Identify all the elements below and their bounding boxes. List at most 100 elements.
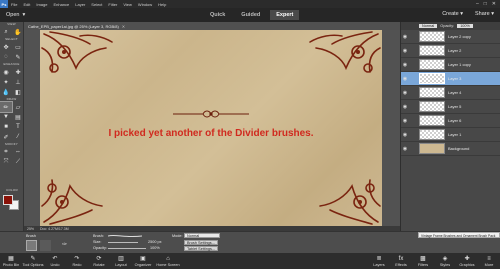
layer-row-active[interactable]: ◉ Layer 3 [401, 72, 500, 86]
layers-panel-header: Normal Opacity: 100% [401, 22, 500, 30]
layer-row[interactable]: ◉ Layer 4 [401, 86, 500, 100]
crop-tool-icon[interactable]: ⌗ [0, 147, 12, 157]
airbrush-icon[interactable]: ✑ [62, 241, 72, 251]
menu-filter[interactable]: Filter [105, 2, 120, 7]
pencil-tool-icon[interactable]: ✐ [0, 132, 12, 142]
menu-edit[interactable]: Edit [20, 2, 33, 7]
menu-enhance[interactable]: Enhance [50, 2, 72, 7]
marquee-tool-icon[interactable]: ▭ [12, 42, 24, 52]
layer-row[interactable]: ◉ Layer 2 copy [401, 30, 500, 44]
brush-mode-impressionist-icon[interactable] [40, 240, 51, 251]
straighten-tool-icon[interactable]: ⟋ [12, 157, 24, 167]
rotate-button[interactable]: ⟳ Rotate [88, 253, 110, 269]
filters-button[interactable]: ▩ Filters [412, 253, 434, 269]
layer-row[interactable]: ◉ Layer 6 [401, 114, 500, 128]
blend-mode-select[interactable]: Normal [419, 24, 438, 28]
effects-button[interactable]: fx Effects [390, 253, 412, 269]
brush-mode-normal-icon[interactable] [26, 240, 37, 251]
styles-button[interactable]: ◈ Styles [434, 253, 456, 269]
eye-icon[interactable]: ◉ [401, 118, 409, 124]
eye-icon[interactable]: ◉ [401, 90, 409, 96]
photo-bin-button[interactable]: ▦ Photo Bin [0, 253, 22, 269]
layers-button[interactable]: ≣ Layers [368, 253, 390, 269]
brush-settings-button[interactable]: Brush Settings... [184, 240, 218, 245]
minimize-icon[interactable]: – [476, 1, 479, 7]
layers-icon: ≣ [376, 255, 382, 262]
clone-stamp-tool-icon[interactable]: ⊥ [12, 77, 24, 87]
brush-preview[interactable] [108, 234, 142, 237]
size-value[interactable]: 2500 px [148, 240, 162, 244]
shape-tool-icon[interactable]: ■ [0, 122, 12, 132]
eye-icon[interactable]: ◉ [401, 62, 409, 68]
foreground-color-swatch[interactable] [3, 195, 13, 205]
redo-button[interactable]: ↷ Redo [66, 253, 88, 269]
lasso-tool-icon[interactable]: ◌ [0, 52, 12, 62]
eye-icon[interactable]: ◉ [401, 146, 409, 152]
layer-row[interactable]: ◉ Layer 2 [401, 44, 500, 58]
share-button[interactable]: Share ▾ [475, 11, 494, 17]
type-tool-icon[interactable]: T [12, 122, 24, 132]
menu-file[interactable]: File [8, 2, 20, 7]
recompose-tool-icon[interactable]: ⇔ [12, 147, 24, 157]
eye-icon[interactable]: ◉ [401, 76, 409, 82]
tablet-settings-button[interactable]: Tablet Settings... [184, 246, 219, 251]
sponge-tool-icon[interactable]: ◧ [12, 87, 24, 97]
eye-tool-icon[interactable]: ◉ [0, 67, 12, 77]
layer-row[interactable]: ◉ Layer 5 [401, 100, 500, 114]
hand-tool-icon[interactable]: ✋ [12, 27, 24, 37]
layer-opacity-input[interactable]: 100% [457, 24, 473, 28]
layer-row[interactable]: ◉ Background [401, 142, 500, 156]
smart-brush-tool-icon[interactable]: ✦ [0, 77, 12, 87]
eye-icon[interactable]: ◉ [401, 132, 409, 138]
menu-layer[interactable]: Layer [72, 2, 88, 7]
gradient-tool-icon[interactable]: ▤ [12, 112, 24, 122]
spot-healing-tool-icon[interactable]: ✚ [12, 67, 24, 77]
opacity-value[interactable]: 100% [150, 246, 160, 250]
organizer-button[interactable]: ▣ Organizer [132, 253, 154, 269]
size-slider[interactable] [108, 242, 138, 243]
layer-row[interactable]: ◉ Layer 1 [401, 128, 500, 142]
paint-bucket-tool-icon[interactable]: ▼ [0, 112, 12, 122]
eye-icon[interactable]: ◉ [401, 34, 409, 40]
mode-select[interactable]: Normal [184, 233, 220, 238]
graphics-button[interactable]: ✚ Graphics [456, 253, 478, 269]
graphics-icon: ✚ [464, 255, 470, 262]
layout-button[interactable]: ▥ Layout [110, 253, 132, 269]
maximize-icon[interactable]: □ [484, 1, 487, 7]
layout-icon: ▥ [118, 255, 124, 262]
create-button[interactable]: Create ▾ [442, 11, 463, 17]
close-tab-icon[interactable]: ✕ [122, 24, 125, 29]
opacity-slider[interactable] [108, 248, 146, 249]
tool-options-button[interactable]: ✎ Tool Options [22, 253, 44, 269]
mode-expert[interactable]: Expert [270, 10, 300, 20]
canvas-area[interactable]: I picked yet another of the Divider brus… [24, 30, 400, 226]
eraser-tool-icon[interactable]: ▱ [12, 102, 24, 112]
undo-button[interactable]: ↶ Undo [44, 253, 66, 269]
eye-icon[interactable]: ◉ [401, 48, 409, 54]
more-button[interactable]: ≡ More [478, 253, 500, 269]
menu-select[interactable]: Select [88, 2, 105, 7]
eyedropper-tool-icon[interactable]: ⁄ [12, 132, 24, 142]
content-aware-move-icon[interactable]: ⤧ [0, 157, 12, 167]
mode-quick[interactable]: Quick [204, 10, 231, 20]
zoom-level[interactable]: 25% [27, 227, 34, 231]
menu-view[interactable]: View [120, 2, 135, 7]
menu-image[interactable]: Image [33, 2, 50, 7]
menu-window[interactable]: Window [135, 2, 155, 7]
eye-icon[interactable]: ◉ [401, 104, 409, 110]
move-tool-icon[interactable]: ✥ [0, 42, 12, 52]
canvas-image[interactable]: I picked yet another of the Divider brus… [40, 30, 382, 226]
mode-guided[interactable]: Guided [235, 10, 266, 20]
brush-tool-icon[interactable]: ✏ [0, 101, 13, 113]
menu-help[interactable]: Help [155, 2, 169, 7]
document-tab[interactable]: Cathe_EPB_paper1ai.jpg @ 25% (Layer 3, R… [24, 22, 400, 30]
toolbox-section-color: COLOR [6, 188, 18, 192]
open-button[interactable]: Open ▾ [6, 12, 25, 18]
layer-row[interactable]: ◉ Layer 1 copy [401, 58, 500, 72]
blur-tool-icon[interactable]: 💧 [0, 87, 12, 97]
quick-select-tool-icon[interactable]: ✎ [12, 52, 24, 62]
color-swatches[interactable] [3, 195, 21, 210]
zoom-tool-icon[interactable]: ⌕ [0, 27, 12, 37]
close-icon[interactable]: ✕ [492, 1, 496, 7]
home-screen-button[interactable]: ⌂ Home Screen [154, 253, 182, 269]
